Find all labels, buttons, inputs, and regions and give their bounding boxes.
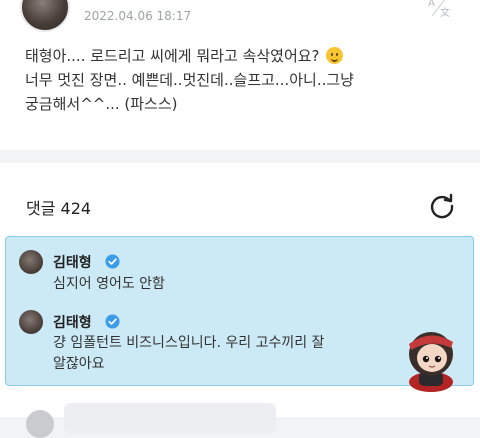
next-comment-avatar[interactable] <box>26 410 54 438</box>
verified-badge-icon <box>105 254 120 269</box>
comment-text: 심지어 영어도 안함 <box>53 276 165 292</box>
post-body: 태형아.... 로드리고 씨에게 뭐라고 속삭였어요? 너무 멋진 장면.. 예… <box>25 44 465 116</box>
comment-author-name[interactable]: 김태형 <box>53 252 92 272</box>
author-avatar[interactable] <box>20 0 70 32</box>
comment-avatar[interactable] <box>19 310 43 334</box>
post-card: 2022.04.06 18:17 A 文 태형아.... 로드리고 씨에게 뭐라… <box>0 0 480 150</box>
post-line-1-text: 태형아.... 로드리고 씨에게 뭐라고 속삭였어요? <box>25 47 320 65</box>
next-comment-bubble[interactable] <box>64 403 276 433</box>
highlighted-comment-thread: 김태형 심지어 영어도 안함 김태형 걍 임폴턴트 비즈니스입니다. 우리 고수… <box>5 236 474 392</box>
chibi-character-sticker <box>409 332 453 392</box>
comment-author-name[interactable]: 김태형 <box>53 312 92 332</box>
smiling-face-emoji-icon <box>326 47 344 64</box>
post-line-3: 궁금해서^^... (파스스) <box>25 95 178 113</box>
refresh-icon[interactable] <box>428 192 456 220</box>
comments-section: 댓글 424 김태형 심지어 영어도 안함 김태형 걍 임폴턴트 비즈니스입니다… <box>0 163 480 438</box>
post-line-1: 태형아.... 로드리고 씨에게 뭐라고 속삭였어요? <box>25 44 465 68</box>
post-date: 2022.04.06 18:17 <box>84 9 192 23</box>
translate-icon[interactable]: A 文 <box>426 0 452 18</box>
svg-text:文: 文 <box>440 6 450 18</box>
comment-text-line-2: 알잖아요 <box>53 356 105 372</box>
comment-text-line-1: 걍 임폴턴트 비즈니스입니다. 우리 고수끼리 잘 <box>53 335 325 351</box>
comments-count-title: 댓글 424 <box>26 199 92 218</box>
verified-badge-icon <box>105 314 120 329</box>
comment-avatar[interactable] <box>19 250 43 274</box>
svg-text:A: A <box>428 0 435 9</box>
post-line-2: 너무 멋진 장면.. 예쁜데..멋진데..슬프고...아니..그냥 <box>25 71 354 89</box>
